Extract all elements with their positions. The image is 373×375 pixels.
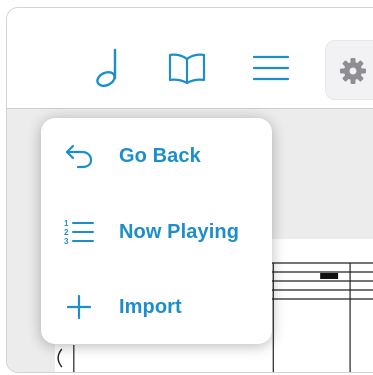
svg-text:3: 3 [64, 237, 69, 246]
settings-button[interactable] [325, 40, 373, 100]
svg-text:2: 2 [64, 228, 69, 237]
toolbar [7, 8, 373, 107]
menu-item-go-back[interactable]: Go Back [41, 126, 272, 186]
menu-item-label: Go Back [119, 144, 201, 167]
library-button[interactable] [165, 46, 209, 90]
menu-lines-icon [252, 53, 290, 83]
note-button[interactable] [84, 46, 128, 90]
svg-text:1: 1 [64, 219, 69, 228]
navigation-popover: Go Back 1 2 3 Now Playing Import [41, 118, 272, 344]
back-arrow-icon [63, 140, 95, 172]
note-icon [91, 48, 121, 88]
menu-item-label: Import [119, 295, 182, 318]
menu-item-now-playing[interactable]: 1 2 3 Now Playing [41, 202, 272, 262]
gear-icon [339, 57, 367, 90]
plus-icon [63, 291, 95, 323]
menu-item-import[interactable]: Import [41, 277, 272, 337]
menu-button[interactable] [249, 46, 293, 90]
numbered-list-icon: 1 2 3 [63, 216, 95, 248]
menu-item-label: Now Playing [119, 220, 240, 243]
book-icon [167, 51, 207, 85]
